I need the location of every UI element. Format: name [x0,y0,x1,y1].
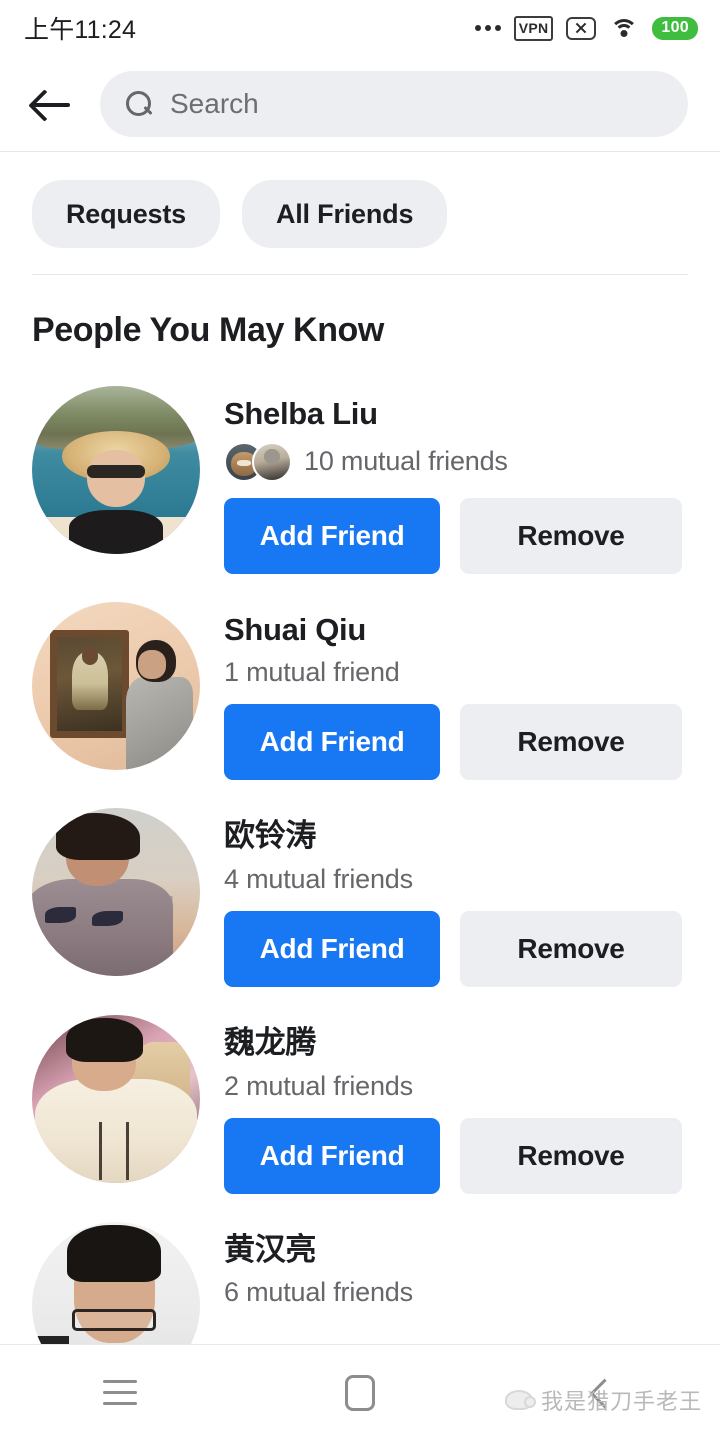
mutual-friends-count: 2 mutual friends [224,1071,413,1102]
avatar[interactable] [32,602,200,770]
search-header [0,56,720,152]
page-title: People You May Know [0,275,720,372]
list-item[interactable]: 欧铃涛 4 mutual friends Add Friend Remove [0,794,720,1001]
person-info: Shelba Liu 10 mutual friends Add Friend … [224,386,690,574]
mutual-friends-count: 10 mutual friends [304,446,508,477]
nav-home-button[interactable] [240,1375,480,1411]
person-name: Shelba Liu [224,396,690,432]
mutual-avatar-icon [252,442,292,482]
remove-button[interactable]: Remove [460,1118,682,1194]
watermark-text: 我是猎刀手老王 [541,1384,702,1416]
mutual-friends-row: 2 mutual friends [224,1071,690,1102]
list-item[interactable]: Shuai Qiu 1 mutual friend Add Friend Rem… [0,588,720,795]
wifi-icon [609,17,639,40]
tab-requests[interactable]: Requests [32,180,220,248]
avatar[interactable] [32,1015,200,1183]
person-name: 欧铃涛 [224,818,690,854]
status-time: 上午11:24 [24,10,136,46]
person-info: 黄汉亮 6 mutual friends [224,1222,690,1309]
person-name: 黄汉亮 [224,1232,690,1268]
menu-icon [103,1380,137,1406]
mutual-friends-count: 4 mutual friends [224,864,413,895]
search-input[interactable] [170,88,662,120]
list-item[interactable]: Shelba Liu 10 mutual friends Add Friend … [0,372,720,588]
add-friend-button[interactable]: Add Friend [224,704,440,780]
home-square-icon [345,1375,375,1411]
avatar[interactable] [32,808,200,976]
watermark-logo-icon [505,1390,533,1410]
mutual-friends-row: 10 mutual friends [224,442,690,482]
row-actions: Add Friend Remove [224,911,690,987]
mutual-friends-row: 1 mutual friend [224,657,690,688]
battery-icon: 100 [652,17,698,40]
search-icon [126,91,152,117]
back-arrow-icon[interactable] [30,82,74,126]
mutual-friends-count: 1 mutual friend [224,657,400,688]
row-actions: Add Friend Remove [224,1118,690,1194]
person-info: 欧铃涛 4 mutual friends Add Friend Remove [224,808,690,987]
people-list: Shelba Liu 10 mutual friends Add Friend … [0,372,720,1404]
person-name: 魏龙腾 [224,1025,690,1061]
row-actions: Add Friend Remove [224,498,690,574]
phone-screen: 上午11:24 VPN 100 Requests All Friends Peo… [0,0,720,1440]
x-box-icon [566,17,596,40]
vpn-icon: VPN [514,16,554,41]
system-nav-bar: 我是猎刀手老王 [0,1344,720,1440]
avatar[interactable] [32,386,200,554]
add-friend-button[interactable]: Add Friend [224,911,440,987]
mutual-friends-row: 4 mutual friends [224,864,690,895]
mutual-friends-row: 6 mutual friends [224,1277,690,1308]
remove-button[interactable]: Remove [460,911,682,987]
search-bar[interactable] [100,71,688,137]
person-info: 魏龙腾 2 mutual friends Add Friend Remove [224,1015,690,1194]
mutual-friends-count: 6 mutual friends [224,1277,413,1308]
status-bar: 上午11:24 VPN 100 [0,0,720,56]
remove-button[interactable]: Remove [460,498,682,574]
remove-button[interactable]: Remove [460,704,682,780]
list-item[interactable]: 魏龙腾 2 mutual friends Add Friend Remove [0,1001,720,1208]
person-info: Shuai Qiu 1 mutual friend Add Friend Rem… [224,602,690,781]
add-friend-button[interactable]: Add Friend [224,1118,440,1194]
tab-all-friends[interactable]: All Friends [242,180,447,248]
nav-menu-button[interactable] [0,1380,240,1406]
more-dots-icon [475,25,501,31]
row-actions: Add Friend Remove [224,704,690,780]
filter-chips: Requests All Friends [0,152,720,274]
add-friend-button[interactable]: Add Friend [224,498,440,574]
status-icons: VPN 100 [475,16,698,41]
mutual-avatars [224,442,292,482]
person-name: Shuai Qiu [224,612,690,648]
watermark: 我是猎刀手老王 [505,1384,702,1416]
